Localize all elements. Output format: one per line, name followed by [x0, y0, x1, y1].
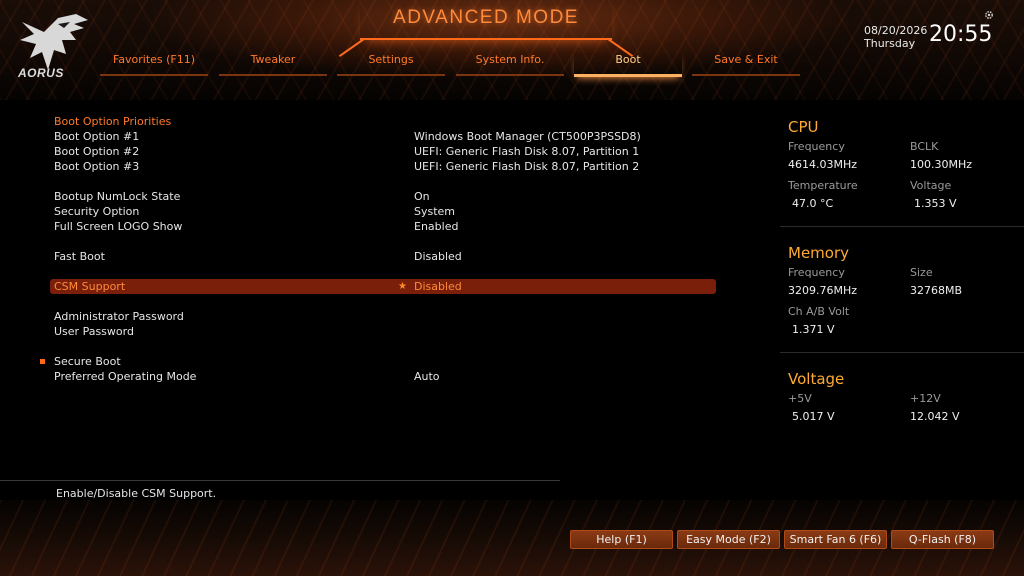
clock-time: 20:55	[929, 22, 993, 47]
boot-option-2-row[interactable]: Boot Option #2 UEFI: Generic Flash Disk …	[50, 144, 716, 159]
smart-fan-button[interactable]: Smart Fan 6 (F6)	[784, 530, 887, 549]
preferred-os-mode-row[interactable]: Preferred Operating Mode Auto	[50, 369, 716, 384]
tab-tweaker[interactable]: Tweaker	[219, 52, 327, 76]
setting-value: UEFI: Generic Flash Disk 8.07, Partition…	[414, 160, 640, 173]
setting-value: Enabled	[414, 220, 459, 233]
tab-favorites[interactable]: Favorites (F11)	[100, 52, 208, 76]
setting-value: System	[414, 205, 456, 218]
favorite-star-icon[interactable]: ★	[398, 279, 407, 294]
date-text: 08/20/2026	[864, 24, 928, 37]
memory-heading: Memory	[788, 244, 850, 262]
setting-label: Secure Boot	[54, 355, 121, 368]
cpu-temperature-label: Temperature	[788, 179, 858, 192]
tab-system-info[interactable]: System Info.	[456, 52, 564, 76]
easy-mode-button[interactable]: Easy Mode (F2)	[677, 530, 780, 549]
setting-label: Security Option	[54, 205, 140, 218]
help-description: Enable/Disable CSM Support.	[56, 487, 217, 500]
memory-volt-label: Ch A/B Volt	[788, 305, 850, 318]
memory-frequency-label: Frequency	[788, 266, 845, 279]
setting-value: Disabled	[414, 250, 462, 263]
setting-label: Fast Boot	[54, 250, 105, 263]
cpu-temperature-value: 47.0 °C	[792, 197, 834, 210]
setting-label: Administrator Password	[54, 310, 184, 323]
voltage-5v-value: 5.017 V	[792, 410, 835, 423]
voltage-5v-label: +5V	[788, 392, 812, 405]
memory-volt-value: 1.371 V	[792, 323, 835, 336]
voltage-12v-value: 12.042 V	[910, 410, 960, 423]
setting-label: Bootup NumLock State	[54, 190, 181, 203]
cpu-voltage-value: 1.353 V	[914, 197, 957, 210]
page-title: ADVANCED MODE	[393, 7, 579, 28]
setting-value: Windows Boot Manager (CT500P3PSSD8)	[414, 130, 641, 143]
boot-option-priorities-label: Boot Option Priorities	[54, 115, 172, 128]
memory-frequency-value: 3209.76MHz	[788, 284, 858, 297]
boot-option-3-row[interactable]: Boot Option #3 UEFI: Generic Flash Disk …	[50, 159, 716, 174]
user-password-row[interactable]: User Password	[50, 324, 716, 339]
date-display: 08/20/2026 Thursday	[864, 24, 927, 50]
setting-label: Boot Option #2	[54, 145, 140, 158]
secure-boot-row[interactable]: Secure Boot	[40, 354, 716, 369]
voltage-heading: Voltage	[788, 370, 845, 388]
boot-option-priorities-row[interactable]: Boot Option Priorities	[50, 114, 716, 129]
cpu-frequency-label: Frequency	[788, 140, 845, 153]
hardware-monitor-panel: CPU Frequency BCLK 4614.03MHz 100.30MHz …	[772, 108, 1024, 438]
setting-label: CSM Support	[54, 280, 126, 293]
memory-size-value: 32768MB	[910, 284, 963, 297]
setting-value: On	[414, 190, 430, 203]
boot-settings-panel: Boot Option Priorities Boot Option #1 Wi…	[0, 112, 730, 472]
panel-divider	[780, 352, 1024, 353]
setting-label: Preferred Operating Mode	[54, 370, 197, 383]
setting-label: Full Screen LOGO Show	[54, 220, 183, 233]
tab-settings[interactable]: Settings	[337, 52, 445, 76]
tab-save-exit[interactable]: Save & Exit	[692, 52, 800, 76]
cpu-frequency-value: 4614.03MHz	[788, 158, 858, 171]
help-divider	[0, 480, 560, 481]
setting-label: Boot Option #3	[54, 160, 140, 173]
administrator-password-row[interactable]: Administrator Password	[50, 309, 716, 324]
help-button[interactable]: Help (F1)	[570, 530, 673, 549]
csm-support-row[interactable]: CSM Support ★ Disabled	[50, 279, 716, 294]
memory-size-label: Size	[910, 266, 933, 279]
logo-text: AORUS	[18, 66, 64, 80]
cpu-bclk-label: BCLK	[910, 140, 939, 153]
day-text: Thursday	[864, 37, 916, 50]
setting-label: Boot Option #1	[54, 130, 140, 143]
tab-boot[interactable]: Boot	[574, 52, 682, 77]
security-option-row[interactable]: Security Option System	[50, 204, 716, 219]
fast-boot-row[interactable]: Fast Boot Disabled	[50, 249, 716, 264]
submenu-bullet-icon	[40, 359, 45, 364]
cpu-bclk-value: 100.30MHz	[910, 158, 973, 171]
gear-icon[interactable]	[984, 10, 994, 20]
setting-value: UEFI: Generic Flash Disk 8.07, Partition…	[414, 145, 640, 158]
voltage-12v-label: +12V	[910, 392, 941, 405]
cpu-voltage-label: Voltage	[910, 179, 952, 192]
bootup-numlock-row[interactable]: Bootup NumLock State On	[50, 189, 716, 204]
setting-label: User Password	[54, 325, 134, 338]
setting-value: Auto	[414, 370, 440, 383]
q-flash-button[interactable]: Q-Flash (F8)	[891, 530, 994, 549]
boot-option-1-row[interactable]: Boot Option #1 Windows Boot Manager (CT5…	[50, 129, 716, 144]
cpu-heading: CPU	[788, 118, 819, 136]
setting-value: Disabled	[414, 280, 462, 293]
main-tabs: Favorites (F11) Tweaker Settings System …	[100, 52, 810, 77]
full-screen-logo-row[interactable]: Full Screen LOGO Show Enabled	[50, 219, 716, 234]
panel-divider	[780, 226, 1024, 227]
